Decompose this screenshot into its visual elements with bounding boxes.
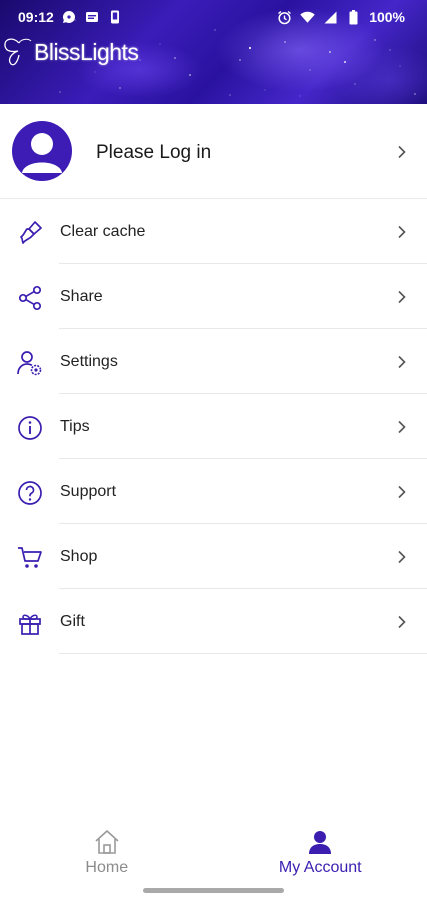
user-settings-icon: [17, 351, 42, 376]
chevron-right-icon: [398, 615, 406, 629]
tab-home[interactable]: Home: [0, 820, 214, 882]
login-prompt: Please Log in: [96, 142, 212, 163]
tab-label: My Account: [278, 859, 362, 876]
menu-item-label: Tips: [60, 418, 90, 435]
chevron-right-icon: [398, 225, 406, 239]
phone-icon: [108, 10, 123, 25]
share-icon: [18, 285, 42, 311]
menu-item-share[interactable]: Share: [0, 264, 427, 329]
blisslights-logo: BlissLights: [2, 34, 139, 70]
chevron-right-icon: [398, 485, 406, 499]
menu-item-tips[interactable]: Tips: [0, 394, 427, 459]
menu-item-label: Gift: [60, 613, 85, 630]
butterfly-logo-icon: [4, 38, 32, 66]
home-icon: [95, 830, 119, 854]
account-icon: [309, 831, 332, 854]
tab-my-account[interactable]: My Account: [214, 820, 427, 882]
menu-item-gift[interactable]: Gift: [0, 589, 427, 654]
cart-icon: [18, 547, 42, 568]
battery-percent: 100%: [369, 9, 405, 25]
message-icon: [85, 10, 100, 25]
gesture-navigation-bar[interactable]: [143, 888, 284, 893]
logo-text: BlissLights: [34, 38, 139, 65]
menu-item-label: Shop: [60, 548, 98, 565]
menu-item-support[interactable]: Support: [0, 459, 427, 524]
chevron-right-icon: [398, 550, 406, 564]
help-icon: [18, 481, 42, 505]
menu-item-clear-cache[interactable]: Clear cache: [0, 199, 427, 264]
menu-item-label: Settings: [60, 353, 118, 370]
avatar: [12, 121, 72, 181]
account-menu: Clear cache Share Settings Tips Support …: [0, 199, 427, 654]
alarm-icon: [277, 10, 292, 25]
menu-item-settings[interactable]: Settings: [0, 329, 427, 394]
chevron-right-icon: [398, 290, 406, 304]
chevron-right-icon: [398, 145, 406, 159]
chevron-right-icon: [398, 420, 406, 434]
chat-icon: [62, 10, 77, 25]
info-icon: [18, 416, 42, 440]
tab-label: Home: [85, 859, 129, 876]
chevron-right-icon: [398, 355, 406, 369]
clock: 09:12: [18, 9, 54, 25]
status-bar: 09:12 100%: [0, 0, 427, 34]
brush-icon: [20, 221, 42, 244]
header-banner: 09:12 100% BlissLights: [0, 0, 427, 104]
menu-item-label: Support: [60, 483, 117, 500]
menu-item-label: Share: [60, 288, 103, 305]
battery-icon: [346, 9, 361, 25]
bottom-nav: Home My Account: [0, 820, 427, 882]
login-row[interactable]: Please Log in: [0, 104, 427, 199]
wifi-icon: [300, 10, 315, 25]
menu-item-label: Clear cache: [60, 223, 146, 240]
divider: [59, 653, 427, 654]
menu-item-shop[interactable]: Shop: [0, 524, 427, 589]
signal-icon: [323, 10, 338, 25]
gift-icon: [19, 614, 41, 635]
